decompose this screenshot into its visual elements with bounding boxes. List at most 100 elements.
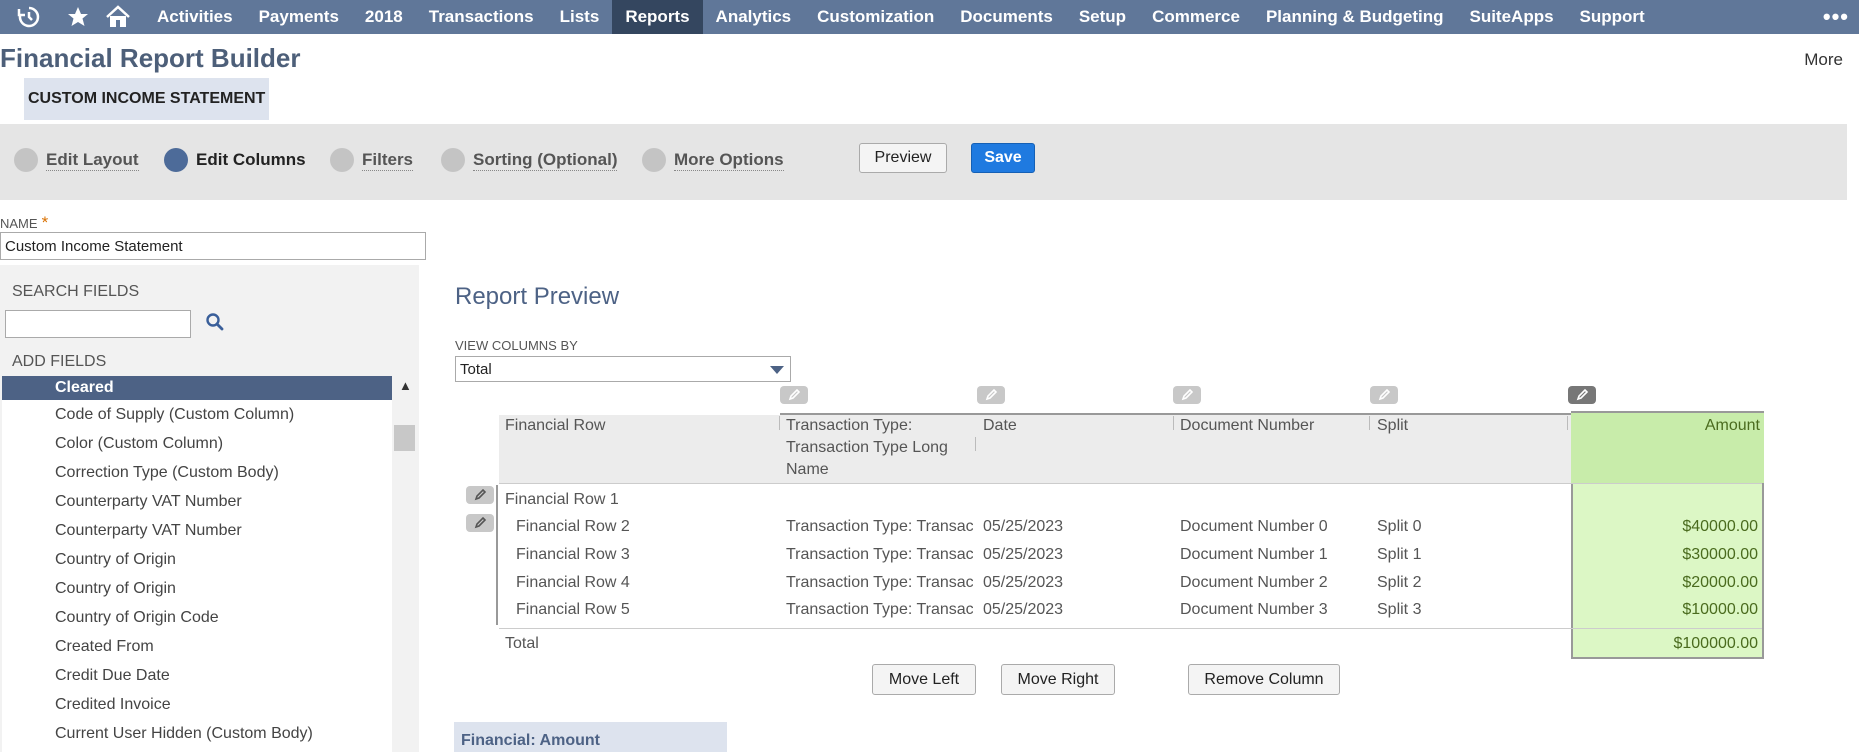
list-item[interactable]: Counterparty VAT Number	[2, 487, 392, 516]
step-filters[interactable]: Filters	[330, 148, 414, 172]
menu-documents[interactable]: Documents	[947, 0, 1066, 34]
more-menu-icon[interactable]: •••	[1823, 0, 1849, 34]
header-transaction-type[interactable]: Transaction Type: Transaction Type Long …	[786, 415, 966, 481]
name-label: NAME *	[0, 213, 48, 233]
search-fields-title: SEARCH FIELDS	[12, 283, 140, 300]
list-item[interactable]: Cleared	[2, 376, 392, 400]
step-more-options[interactable]: More Options	[642, 148, 784, 172]
header-divider	[499, 483, 1762, 484]
menu-lists[interactable]: Lists	[547, 0, 613, 34]
save-button[interactable]: Save	[971, 143, 1035, 173]
menu-planning-budgeting[interactable]: Planning & Budgeting	[1253, 0, 1457, 34]
header-amount[interactable]: Amount	[1570, 415, 1760, 437]
edit-column-icon[interactable]	[1173, 386, 1201, 404]
scroll-up-icon[interactable]: ▲	[399, 378, 412, 393]
edit-column-icon[interactable]	[1568, 386, 1596, 404]
edit-column-icon[interactable]	[977, 386, 1005, 404]
move-left-button[interactable]: Move Left	[872, 664, 976, 695]
row-date: 05/25/2023	[983, 518, 1064, 535]
menu-customization[interactable]: Customization	[804, 0, 947, 34]
edit-column-icon[interactable]	[1370, 386, 1398, 404]
menu-suiteapps[interactable]: SuiteApps	[1456, 0, 1566, 34]
row-financial-row: Financial Row 5	[516, 601, 630, 618]
list-item[interactable]: Credit Due Date	[2, 661, 392, 690]
home-icon[interactable]	[98, 0, 138, 34]
row-document-number: Document Number 0	[1180, 518, 1328, 535]
row-date: 05/25/2023	[983, 546, 1064, 563]
list-item[interactable]: Current User Hidden (Custom Body)	[2, 719, 392, 748]
edit-row-icon[interactable]	[466, 514, 494, 532]
step-sorting[interactable]: Sorting (Optional)	[441, 148, 618, 172]
step-indicator-icon	[441, 148, 465, 172]
list-item[interactable]: Country of Origin Code	[2, 603, 392, 632]
row-amount: $10000.00	[1682, 601, 1758, 618]
header-document-number[interactable]: Document Number	[1180, 415, 1314, 437]
row-transaction-type: Transaction Type: Transaction Type Long …	[786, 601, 973, 618]
header-line: Transaction Type Long	[786, 439, 948, 456]
menu-support[interactable]: Support	[1567, 0, 1658, 34]
step-indicator-icon	[164, 148, 188, 172]
name-label-text: NAME	[0, 216, 38, 231]
menu-transactions[interactable]: Transactions	[416, 0, 547, 34]
chevron-down-icon	[770, 366, 784, 374]
header-split[interactable]: Split	[1377, 415, 1408, 437]
column-divider	[1369, 416, 1370, 430]
scroll-thumb[interactable]	[394, 425, 415, 451]
main-menu: Activities Payments 2018 Transactions Li…	[144, 0, 1658, 34]
column-divider	[1173, 416, 1174, 430]
menu-payments[interactable]: Payments	[246, 0, 352, 34]
list-item[interactable]: Country of Origin	[2, 545, 392, 574]
more-link[interactable]: More	[1804, 50, 1843, 70]
fields-scrollbar[interactable]: ▲	[394, 376, 416, 752]
edit-row-icon[interactable]	[466, 486, 494, 504]
menu-activities[interactable]: Activities	[144, 0, 246, 34]
add-fields-list: Cleared Code of Supply (Custom Column) C…	[2, 376, 392, 752]
list-item[interactable]: Color (Custom Column)	[2, 429, 392, 458]
menu-analytics[interactable]: Analytics	[703, 0, 805, 34]
menu-commerce[interactable]: Commerce	[1139, 0, 1253, 34]
row-split: Split 1	[1377, 546, 1422, 563]
column-settings-section-title: Financial: Amount	[454, 722, 727, 752]
row-document-number: Document Number 3	[1180, 601, 1328, 618]
recent-history-icon[interactable]	[0, 0, 58, 34]
header-date[interactable]: Date	[983, 415, 1017, 437]
menu-setup[interactable]: Setup	[1066, 0, 1139, 34]
row-split: Split 0	[1377, 518, 1422, 535]
group-indent-bar	[496, 485, 498, 625]
row-financial-row: Financial Row 4	[516, 574, 630, 591]
list-item[interactable]: Country of Origin	[2, 574, 392, 603]
list-item[interactable]: Correction Type (Custom Body)	[2, 458, 392, 487]
row-financial-row: Financial Row 3	[516, 546, 630, 563]
report-type-tag: CUSTOM INCOME STATEMENT	[24, 78, 270, 120]
list-item[interactable]: Code of Supply (Custom Column)	[2, 400, 392, 429]
row-split: Split 2	[1377, 574, 1422, 591]
group-row-label[interactable]: Financial Row 1	[505, 491, 619, 509]
preview-button[interactable]: Preview	[859, 143, 947, 173]
fields-panel: SEARCH FIELDS ADD FIELDS Cleared Code of…	[0, 265, 419, 752]
row-transaction-type: Transaction Type: Transaction Type Long …	[786, 518, 973, 535]
star-icon[interactable]	[58, 0, 98, 34]
list-item[interactable]: Counterparty VAT Number	[2, 516, 392, 545]
report-name-input[interactable]	[0, 232, 426, 260]
step-label: Edit Layout	[46, 149, 139, 171]
list-item[interactable]: Created From	[2, 632, 392, 661]
header-financial-row[interactable]: Financial Row	[505, 415, 605, 437]
step-label: Edit Columns	[196, 150, 306, 169]
step-bar: Edit Layout Edit Columns Filters Sorting…	[0, 124, 1847, 200]
menu-2018[interactable]: 2018	[352, 0, 416, 34]
row-date: 05/25/2023	[983, 574, 1064, 591]
step-indicator-icon	[14, 148, 38, 172]
remove-column-button[interactable]: Remove Column	[1188, 664, 1340, 695]
step-edit-columns[interactable]: Edit Columns	[164, 148, 306, 172]
view-columns-by-select[interactable]: Total	[455, 356, 791, 382]
edit-column-icon[interactable]	[780, 386, 808, 404]
menu-reports[interactable]: Reports	[612, 0, 703, 34]
list-item[interactable]: Credited Invoice	[2, 690, 392, 719]
row-amount: $30000.00	[1682, 546, 1758, 563]
move-right-button[interactable]: Move Right	[1001, 664, 1115, 695]
header-line: Transaction Type:	[786, 417, 913, 434]
search-fields-input[interactable]	[5, 310, 191, 338]
row-amount: $20000.00	[1682, 574, 1758, 591]
search-icon[interactable]	[205, 312, 225, 332]
step-edit-layout[interactable]: Edit Layout	[14, 148, 139, 172]
